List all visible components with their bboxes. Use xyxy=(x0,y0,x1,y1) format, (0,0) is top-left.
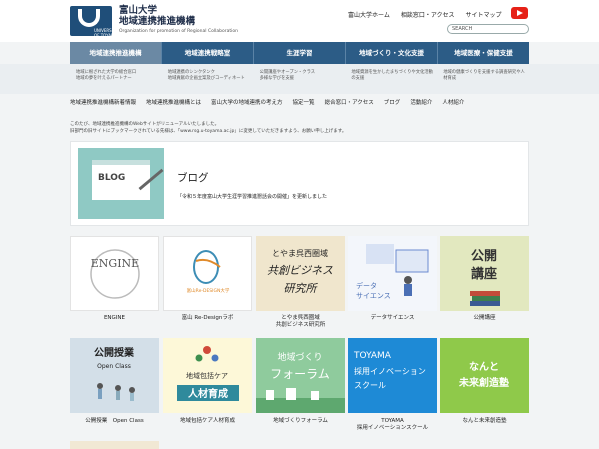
tile-label-data-science[interactable]: データサイエンス xyxy=(348,315,437,322)
svg-text:未来創造塾: 未来創造塾 xyxy=(458,376,509,389)
tile-community-care[interactable]: 地域包括ケア 人材育成 xyxy=(163,338,252,413)
svg-text:公開: 公開 xyxy=(471,249,497,264)
tile-label-community-forum[interactable]: 地域づくりフォーラム xyxy=(256,418,345,425)
tile-engine-img-text: ENGINE xyxy=(91,257,139,270)
tile-kosei-business[interactable]: とやま呉西圏域 共創ビジネス 研究所 xyxy=(256,236,345,311)
toplink-sitemap[interactable]: サイトマップ xyxy=(466,10,502,19)
nav-desc-medical-health: 地域の健康づくりを支援する調査研究や人材育成 xyxy=(443,70,525,81)
svg-text:公開授業: 公開授業 xyxy=(94,346,135,359)
site-header: UNIVERSITY OF TOYAMA 富山大学 地域連携推進機構 Organi… xyxy=(0,0,599,42)
subnav-philosophy[interactable]: 富山大学の地域連携の考え方 xyxy=(211,98,283,106)
nav-desc-organization: 地域に根ざれた大学の総合窓口 地域の夢を叶えるパートナー xyxy=(76,70,137,81)
blog-thumb-text: BLOG xyxy=(98,173,126,183)
nav-item-strategy[interactable]: 地域連携戦略室 xyxy=(162,42,254,64)
organization-english-name: Organization for promotion of Regional C… xyxy=(119,29,238,34)
renewal-notice: このたび、地域連携推進機構のWebサイトがリニューアルいたしました。 旧部門の旧… xyxy=(70,121,529,135)
blog-title: ブログ xyxy=(177,172,209,184)
nav-item-community-culture[interactable]: 地域づくり・文化支援 xyxy=(346,42,438,64)
search-input[interactable]: SEARCH xyxy=(447,24,529,34)
top-links: 富山大学ホーム 相談窓口・アクセス サイトマップ xyxy=(348,10,502,19)
svg-text:TOYAMA: TOYAMA xyxy=(353,351,392,361)
community-care-graphic: 地域包括ケア 人材育成 xyxy=(177,346,239,401)
tile-data-science[interactable]: データ サイエンス xyxy=(348,236,437,311)
subnav-news[interactable]: 地域連携推進機構新着情報 xyxy=(70,98,136,106)
engine-logo-icon: ENGINE xyxy=(90,249,140,299)
tile-open-class[interactable]: 公開授業 Open Class xyxy=(70,338,159,413)
svg-text:フォーラム: フォーラム xyxy=(270,367,330,381)
tile-redesign-lab[interactable]: 富山Re-DESIGN大学 xyxy=(163,236,252,311)
organization-name: 地域連携推進機構 xyxy=(119,16,196,27)
tile-toyama-innovation-school[interactable]: TOYAMA 採用イノベーション スクール xyxy=(348,338,437,413)
youtube-icon[interactable] xyxy=(511,7,528,19)
nav-desc-community-culture: 地域資源を生かしたまちづくりや文化活動の支援 xyxy=(351,70,433,81)
svg-text:人材育成: 人材育成 xyxy=(188,387,228,400)
tile-redesign-img-text: 富山Re-DESIGN大学 xyxy=(187,287,230,294)
blog-thumbnail: BLOG xyxy=(78,148,164,219)
tile-label-engine[interactable]: ENGINE xyxy=(70,315,159,322)
tile-label-toyama-innovation-school[interactable]: TOYAMA 採用イノベーションスクール xyxy=(348,418,437,432)
open-class-graphic: 公開授業 Open Class xyxy=(94,346,135,401)
sub-nav: 地域連携推進機構新着情報 地域連携推進機構とは 富山大学の地域連携の考え方 協定… xyxy=(70,98,529,106)
subnav-activities[interactable]: 活動紹介 xyxy=(410,98,432,106)
svg-text:地域づくり: 地域づくり xyxy=(277,351,322,363)
svg-text:サイエンス: サイエンス xyxy=(356,292,391,300)
nav-item-medical-health[interactable]: 地域医療・保健支援 xyxy=(438,42,529,64)
tile-label-community-care[interactable]: 地域包括ケア人材育成 xyxy=(163,418,252,425)
nav-item-lifelong-learning[interactable]: 生涯学習 xyxy=(254,42,346,64)
innovation-school-graphic: TOYAMA 採用イノベーション スクール xyxy=(353,351,426,390)
nav-desc-lifelong-learning: 公開講座やオープン・クラス 多様な学びを支援 xyxy=(259,70,316,81)
notice-line-2: 旧部門の旧サイトにブックマークされている先様は、「www.rsg.u-toyam… xyxy=(70,129,347,134)
svg-text:とやま呉西圏域: とやま呉西圏域 xyxy=(272,248,328,258)
tile-open-lectures[interactable]: 公開 講座 xyxy=(440,236,529,311)
svg-text:Open Class: Open Class xyxy=(97,363,131,370)
svg-text:講座: 講座 xyxy=(471,266,497,282)
university-name: 富山大学 xyxy=(119,5,158,16)
tile-nanto-academy[interactable]: なんと 未来創造塾 xyxy=(440,338,529,413)
tile-engine[interactable]: ENGINE xyxy=(70,236,159,311)
site-logo-text[interactable]: 富山大学 地域連携推進機構 Organization for promotion… xyxy=(119,5,238,34)
open-lectures-graphic: 公開 講座 xyxy=(470,249,500,306)
nav-item-organization[interactable]: 地域連携推進機構 xyxy=(70,42,162,64)
subnav-agreements[interactable]: 協定一覧 xyxy=(293,98,315,106)
main-nav: 地域連携推進機構 地域連携戦略室 生涯学習 地域づくり・文化支援 地域医療・保健… xyxy=(70,42,529,64)
tile-label-kosei-business[interactable]: とやま呉西圏域 共創ビジネス研究所 xyxy=(256,315,345,329)
svg-text:データ: データ xyxy=(356,281,377,290)
nanto-academy-graphic: なんと 未来創造塾 xyxy=(458,361,509,389)
svg-text:地域包括ケア: 地域包括ケア xyxy=(186,371,228,380)
nav-desc-strategy: 地域連携のシンクタンク 地域貢献の企画立案及びコーディネート xyxy=(167,70,245,81)
subnav-contact[interactable]: 総合窓口・アクセス xyxy=(325,98,374,106)
tile-partial-row3[interactable] xyxy=(70,441,159,449)
blog-latest-post[interactable]: 「令和５年度富山大学生涯学習推進懇話会の開催」を更新しました xyxy=(177,193,327,200)
kosei-business-graphic: とやま呉西圏域 共創ビジネス 研究所 xyxy=(267,248,333,295)
subnav-blog[interactable]: ブログ xyxy=(384,98,401,106)
tile-label-open-class[interactable]: 公開授業 Open Class xyxy=(70,418,159,425)
tile-label-nanto-academy[interactable]: なんと未来創造塾 xyxy=(440,418,529,425)
blog-card[interactable]: BLOG ブログ 「令和５年度富山大学生涯学習推進懇話会の開催」を更新しました xyxy=(70,141,529,226)
toplink-contact-access[interactable]: 相談窓口・アクセス xyxy=(401,10,455,19)
tile-community-forum[interactable]: 地域づくり フォーラム xyxy=(256,338,345,413)
svg-text:スクール: スクール xyxy=(354,381,386,390)
nav-description-bar: 地域に根ざれた大学の総合窓口 地域の夢を叶えるパートナー 地域連携のシンクタンク… xyxy=(0,64,599,94)
toplink-university-home[interactable]: 富山大学ホーム xyxy=(348,10,390,19)
data-science-graphic: データ サイエンス xyxy=(356,244,429,300)
svg-text:採用イノベーション: 採用イノベーション xyxy=(354,366,426,376)
university-logo-icon[interactable]: UNIVERSITY OF TOYAMA xyxy=(70,6,118,38)
svg-text:なんと: なんと xyxy=(469,361,499,373)
svg-text:共創ビジネス: 共創ビジネス xyxy=(267,264,333,277)
notice-line-1: このたび、地域連携推進機構のWebサイトがリニューアルいたしました。 xyxy=(70,122,220,127)
svg-text:研究所: 研究所 xyxy=(284,282,319,295)
subnav-about[interactable]: 地域連携推進機構とは xyxy=(146,98,201,106)
redesign-logo-icon: 富山Re-DESIGN大学 xyxy=(187,250,230,294)
subnav-people[interactable]: 人材紹介 xyxy=(442,98,464,106)
community-forum-graphic: 地域づくり フォーラム xyxy=(256,351,345,413)
tile-label-redesign-lab[interactable]: 富山 Re-Designラボ xyxy=(163,315,252,322)
tile-label-open-lectures[interactable]: 公開講座 xyxy=(440,315,529,322)
